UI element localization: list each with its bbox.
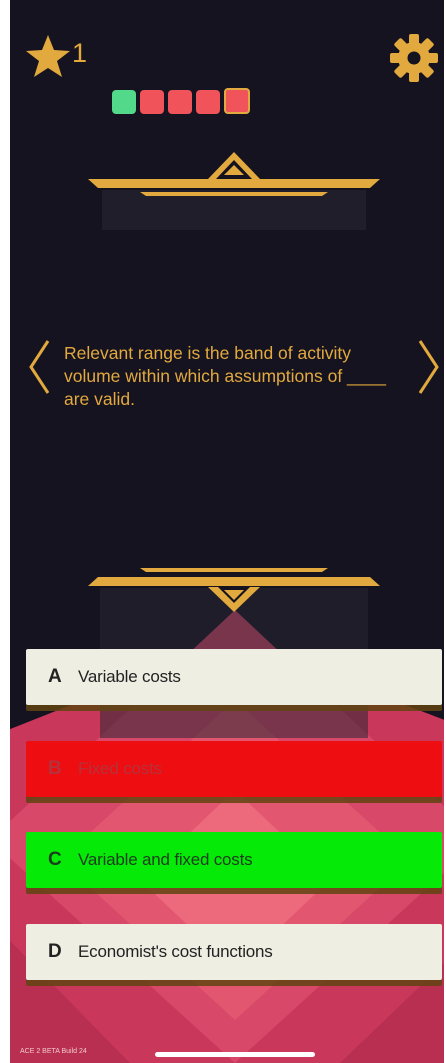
- answer-button-c[interactable]: C Variable and fixed costs: [26, 832, 442, 888]
- answer-letter: A: [48, 666, 62, 687]
- answer-button-b[interactable]: B Fixed costs: [26, 741, 442, 797]
- question-frame-bottom: [88, 568, 380, 612]
- progress-pip-wrong: [140, 90, 164, 114]
- answer-letter: B: [48, 758, 62, 779]
- question-text: Relevant range is the band of activity v…: [64, 343, 386, 409]
- gear-icon[interactable]: [388, 32, 440, 84]
- next-arrow-icon[interactable]: [416, 338, 442, 396]
- answer-button-a[interactable]: A Variable costs: [26, 649, 442, 705]
- progress-pip-wrong: [168, 90, 192, 114]
- game-screen: 1 Relevant range is the band of activity…: [10, 0, 444, 1063]
- answer-label: Variable costs: [78, 667, 181, 686]
- answer-button-d[interactable]: D Economist's cost functions: [26, 924, 442, 980]
- answer-letter: D: [48, 941, 62, 962]
- progress-pip-wrong: [196, 90, 220, 114]
- home-indicator[interactable]: [155, 1052, 315, 1057]
- question-frame-top: [88, 152, 380, 230]
- answer-letter: C: [48, 849, 62, 870]
- previous-arrow-icon[interactable]: [26, 338, 52, 396]
- progress-pip-current: [224, 88, 250, 114]
- progress-pip-correct: [112, 90, 136, 114]
- star-count: 1: [72, 38, 88, 68]
- answer-label: Fixed costs: [78, 759, 162, 778]
- build-label: ACE 2 BETA Build 24: [20, 1048, 87, 1055]
- answer-label: Variable and fixed costs: [78, 850, 253, 869]
- answer-label: Economist's cost functions: [78, 942, 273, 961]
- star-icon: [26, 35, 70, 77]
